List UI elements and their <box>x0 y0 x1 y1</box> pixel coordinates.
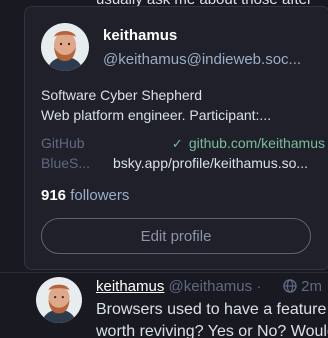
status-post[interactable]: keithamus @keithamus · 2m Browsers used … <box>0 272 328 338</box>
avatar[interactable] <box>41 23 89 71</box>
field-label: BlueS... <box>41 155 91 171</box>
status-author[interactable]: keithamus @keithamus · <box>96 278 261 295</box>
account-handle: @keithamus@indieweb.soc... <box>103 51 302 68</box>
bio-line: Software Cyber Shepherd <box>41 87 203 103</box>
profile-field-github: GitHub ✓ github.com/keithamus <box>41 135 325 155</box>
relative-time: 2m <box>301 278 322 295</box>
status-content-line: worth reviving? Yes or No? Would <box>96 323 328 338</box>
field-value-link[interactable]: bsky.app/profile/keithamus.so... <box>113 155 325 171</box>
followers-count[interactable]: 916 followers <box>41 187 129 204</box>
avatar[interactable] <box>36 277 82 323</box>
display-name[interactable]: keithamus <box>103 27 177 44</box>
author-handle: @keithamus <box>168 278 253 295</box>
account-hover-card: keithamus @keithamus@indieweb.soc... Sof… <box>24 6 328 270</box>
followers-number: 916 <box>41 187 67 204</box>
field-label: GitHub <box>41 135 85 151</box>
avatar-image <box>41 23 89 71</box>
followers-label: followers <box>70 187 130 204</box>
profile-field-bluesky: BlueS... bsky.app/profile/keithamus.so..… <box>41 155 325 175</box>
author-name[interactable]: keithamus <box>96 278 164 295</box>
field-value-text: github.com/keithamus <box>188 135 325 151</box>
edit-profile-button[interactable]: Edit profile <box>41 218 311 254</box>
globe-icon <box>283 279 297 297</box>
bio-line: Web platform engineer. Participant:... <box>41 107 272 123</box>
status-timestamp[interactable]: 2m <box>283 278 322 297</box>
status-content-line: Browsers used to have a feature <box>96 301 327 318</box>
check-icon: ✓ <box>171 136 183 151</box>
field-value-link[interactable]: ✓ github.com/keithamus <box>172 135 325 152</box>
avatar-image <box>36 277 82 323</box>
separator: · <box>256 278 262 295</box>
